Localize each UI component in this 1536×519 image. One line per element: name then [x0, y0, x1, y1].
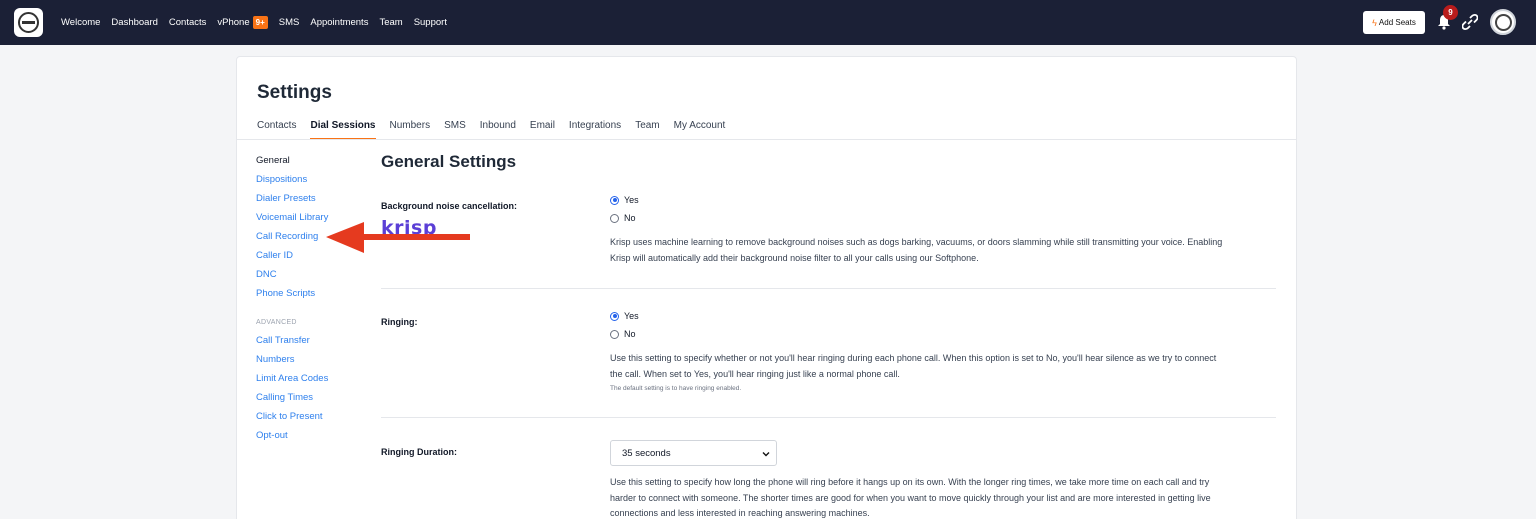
sidebar-item-phone-scripts[interactable]: Phone Scripts [256, 288, 366, 307]
settings-sidebar: General Dispositions Dialer Presets Voic… [256, 155, 366, 449]
ringing-no-radio[interactable] [610, 329, 619, 339]
tab-numbers[interactable]: Numbers [390, 120, 431, 140]
app-logo[interactable] [14, 8, 43, 37]
ringing-description-line: the call. When set to Yes, you'll hear r… [610, 368, 900, 379]
sidebar-item-dispositions[interactable]: Dispositions [256, 174, 366, 193]
tab-integrations[interactable]: Integrations [569, 120, 621, 140]
logo-mark [18, 12, 39, 33]
tab-contacts[interactable]: Contacts [257, 120, 296, 140]
tab-dial-sessions[interactable]: Dial Sessions [310, 120, 376, 140]
noise-description-line: Krisp will automatically add their backg… [610, 252, 979, 263]
nav-sms[interactable]: SMS [279, 17, 300, 28]
ringing-note: The default setting is to have ringing e… [610, 385, 742, 392]
ringing-duration-value: 35 seconds [622, 447, 671, 459]
vphone-badge: 9+ [252, 16, 268, 29]
noise-yes-option[interactable]: Yes [610, 195, 639, 205]
ringing-no-label: No [624, 329, 636, 339]
ringing-duration-select[interactable]: 35 seconds [610, 440, 777, 466]
red-arrow-icon [326, 222, 470, 253]
ringing-duration-description: Use this setting to specify how long the… [610, 475, 1280, 519]
section-divider [381, 288, 1276, 289]
sidebar-item-dnc[interactable]: DNC [256, 269, 366, 288]
sidebar-item-numbers[interactable]: Numbers [256, 354, 366, 373]
ringing-yes-label: Yes [624, 311, 639, 321]
noise-description-line: Krisp uses machine learning to remove ba… [610, 237, 1223, 247]
noise-yes-radio[interactable] [610, 195, 619, 205]
tab-email[interactable]: Email [530, 120, 555, 140]
sidebar-advanced-header: ADVANCED [256, 319, 297, 326]
noise-cancellation-label: Background noise cancellation: [381, 201, 518, 211]
noise-no-option[interactable]: No [610, 213, 636, 223]
sidebar-item-limit-area-codes[interactable]: Limit Area Codes [256, 373, 366, 392]
nav-appointments[interactable]: Appointments [310, 17, 368, 28]
nav-support[interactable]: Support [414, 17, 447, 28]
section-title: General Settings [381, 152, 517, 171]
noise-no-label: No [624, 213, 636, 223]
nav-links: Welcome Dashboard Contacts vPhone 9+ SMS… [61, 0, 447, 45]
sidebar-item-opt-out[interactable]: Opt-out [256, 430, 366, 449]
ringing-description: Use this setting to specify whether or n… [610, 351, 1280, 382]
ringing-yes-radio[interactable] [610, 311, 619, 321]
tabs-divider [237, 139, 1296, 140]
user-avatar[interactable] [1490, 9, 1516, 35]
ringing-duration-description-line: harder to connect with someone. The shor… [610, 492, 1211, 503]
noise-no-radio[interactable] [610, 213, 619, 223]
noise-description: Krisp uses machine learning to remove ba… [610, 235, 1280, 266]
sidebar-item-call-transfer[interactable]: Call Transfer [256, 335, 366, 354]
noise-yes-label: Yes [624, 195, 639, 205]
tab-my-account[interactable]: My Account [674, 120, 726, 140]
top-nav: Welcome Dashboard Contacts vPhone 9+ SMS… [0, 0, 1536, 45]
ringing-duration-label: Ringing Duration: [381, 447, 457, 457]
settings-card: Settings Contacts Dial Sessions Numbers … [236, 56, 1297, 519]
ringing-no-option[interactable]: No [610, 329, 636, 339]
tab-inbound[interactable]: Inbound [480, 120, 516, 140]
sidebar-item-click-to-present[interactable]: Click to Present [256, 411, 366, 430]
notification-badge: 9 [1443, 5, 1458, 20]
ringing-label: Ringing: [381, 317, 418, 327]
chevron-down-icon [762, 452, 770, 457]
avatar-mark [1494, 13, 1512, 31]
nav-vphone[interactable]: vPhone 9+ [217, 16, 268, 29]
sidebar-item-dialer-presets[interactable]: Dialer Presets [256, 193, 366, 212]
add-seats-label: Add Seats [1378, 18, 1416, 27]
settings-tabs: Contacts Dial Sessions Numbers SMS Inbou… [257, 120, 725, 140]
ringing-duration-description-line: connections and less interested in reach… [610, 508, 870, 518]
nav-team[interactable]: Team [379, 17, 402, 28]
ringing-yes-option[interactable]: Yes [610, 311, 639, 321]
nav-dashboard[interactable]: Dashboard [111, 17, 157, 28]
nav-vphone-label: vPhone [217, 17, 250, 28]
section-divider [381, 417, 1276, 418]
tab-sms[interactable]: SMS [444, 120, 466, 140]
lightning-icon: ϟ [1372, 17, 1377, 28]
link-icon[interactable] [1462, 13, 1478, 31]
nav-welcome[interactable]: Welcome [61, 17, 100, 28]
sidebar-item-general[interactable]: General [256, 155, 366, 174]
page-title: Settings [257, 82, 332, 103]
ringing-duration-description-line: Use this setting to specify how long the… [610, 477, 1210, 487]
tab-team[interactable]: Team [635, 120, 659, 140]
ringing-description-line: Use this setting to specify whether or n… [610, 353, 1217, 363]
add-seats-button[interactable]: ϟ Add Seats [1363, 11, 1425, 34]
nav-contacts[interactable]: Contacts [169, 17, 207, 28]
sidebar-item-calling-times[interactable]: Calling Times [256, 392, 366, 411]
